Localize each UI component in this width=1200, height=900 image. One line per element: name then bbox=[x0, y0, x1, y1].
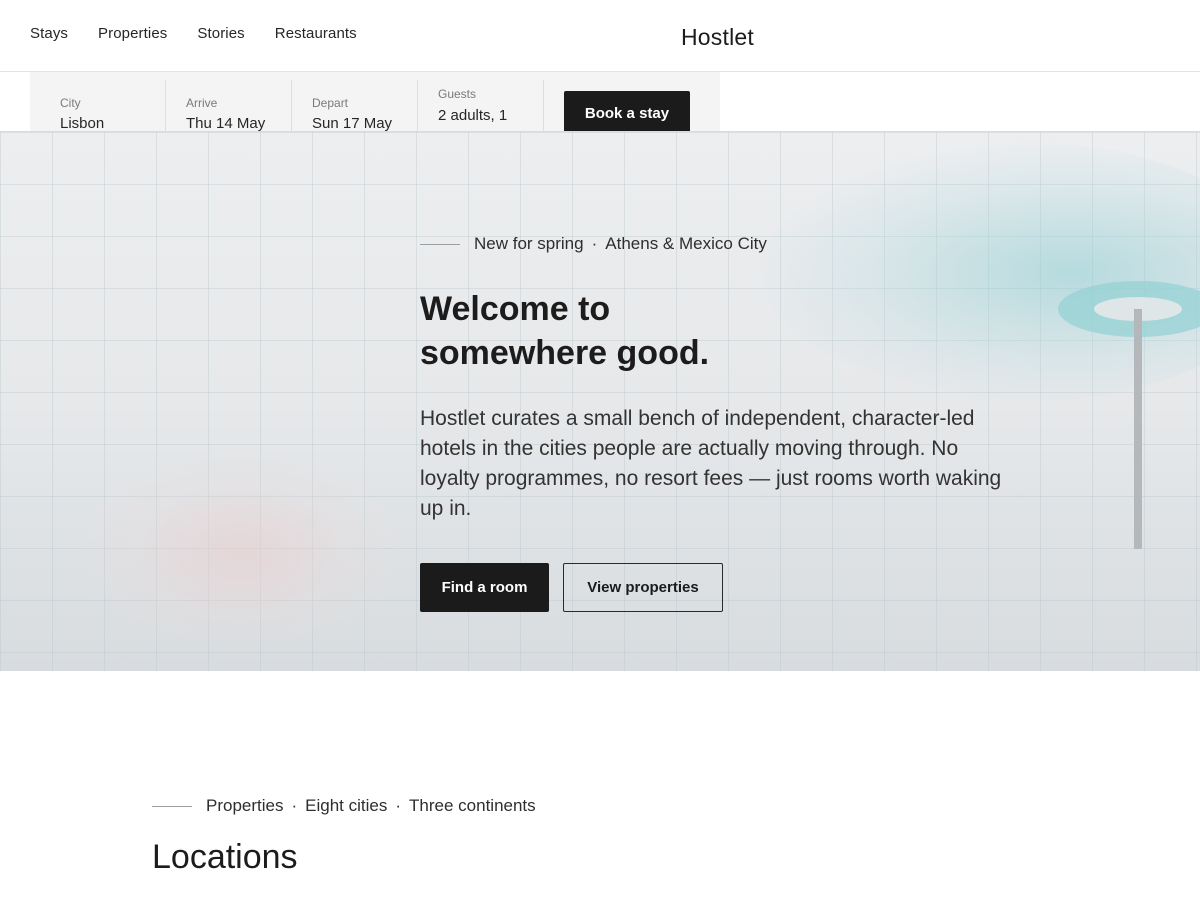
top-bar: Stays Properties Stories Restaurants Hos… bbox=[0, 0, 1200, 72]
city-label: City bbox=[60, 96, 81, 110]
locations-eyebrow-properties: Properties bbox=[206, 796, 284, 815]
locations-eyebrow-separator-1: · bbox=[291, 796, 298, 815]
nav-link-stories[interactable]: Stories bbox=[197, 25, 244, 42]
locations-eyebrow: Properties · Eight cities · Three contin… bbox=[152, 796, 536, 816]
nav-link-stays[interactable]: Stays bbox=[30, 25, 68, 42]
hero-title-line-1: Welcome to bbox=[420, 290, 611, 328]
hero-pink-glow bbox=[80, 452, 400, 652]
depart-label: Depart bbox=[312, 96, 349, 110]
booking-bar: City Lisbon Arrive Thu 14 May Depart Sun… bbox=[30, 72, 720, 131]
hero-title-line-2: somewhere good. bbox=[420, 334, 710, 372]
arrive-field[interactable]: Arrive Thu 14 May bbox=[166, 80, 292, 131]
hero-eyebrow: New for spring · Athens & Mexico City bbox=[420, 234, 767, 254]
main-nav: Stays Properties Stories Restaurants bbox=[30, 25, 357, 42]
view-properties-button[interactable]: View properties bbox=[563, 563, 723, 612]
eyebrow-rule bbox=[152, 805, 192, 807]
depart-value[interactable]: Sun 17 May bbox=[312, 115, 392, 131]
find-a-room-button[interactable]: Find a room bbox=[420, 563, 549, 612]
hero-eyebrow-season: New for spring bbox=[474, 234, 584, 253]
nav-link-properties[interactable]: Properties bbox=[98, 25, 167, 42]
city-value[interactable]: Lisbon bbox=[60, 115, 104, 131]
hero-eyebrow-separator: · bbox=[591, 234, 598, 253]
locations-eyebrow-continents: Three continents bbox=[409, 796, 536, 815]
hero-description: Hostlet curates a small bench of indepen… bbox=[420, 407, 1002, 520]
locations-eyebrow-cities: Eight cities bbox=[305, 796, 388, 815]
city-field[interactable]: City Lisbon bbox=[30, 80, 166, 131]
guests-field[interactable]: Guests 2 adults, 1 bbox=[418, 80, 544, 131]
brand-logo[interactable]: Hostlet bbox=[681, 24, 754, 51]
book-a-stay-button[interactable]: Book a stay bbox=[564, 91, 690, 131]
arrive-value[interactable]: Thu 14 May bbox=[186, 115, 265, 131]
locations-title: Locations bbox=[152, 838, 298, 876]
locations-eyebrow-separator-2: · bbox=[395, 796, 402, 815]
eyebrow-rule bbox=[420, 243, 460, 245]
guests-label: Guests bbox=[438, 87, 477, 101]
nav-link-restaurants[interactable]: Restaurants bbox=[275, 25, 357, 42]
hero-title: Welcome to somewhere good. bbox=[420, 287, 940, 375]
guests-value[interactable]: 2 adults, 1 bbox=[438, 107, 507, 124]
arrive-label: Arrive bbox=[186, 96, 218, 110]
depart-field[interactable]: Depart Sun 17 May bbox=[292, 80, 418, 131]
hero-section: New for spring · Athens & Mexico City We… bbox=[0, 131, 1200, 671]
lamp-pole-illustration bbox=[1134, 309, 1142, 549]
hero-eyebrow-cities: Athens & Mexico City bbox=[605, 234, 767, 253]
